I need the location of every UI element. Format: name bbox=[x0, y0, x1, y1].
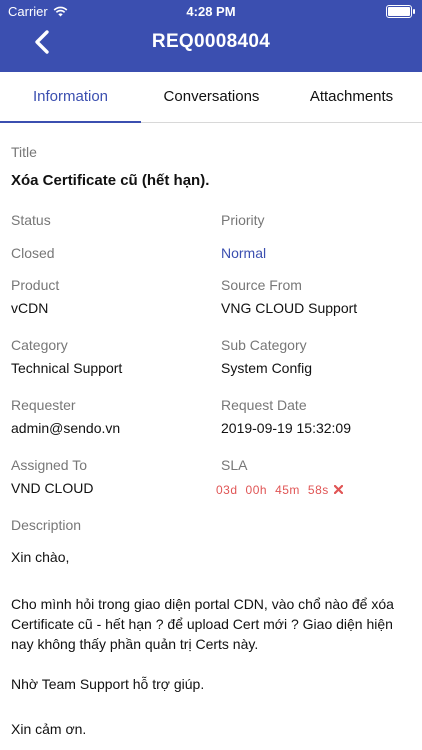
sla-countdown: 03d 00h 45m 58s bbox=[216, 483, 343, 497]
description-line-3: Nhờ Team Support hỗ trợ giúp. bbox=[11, 676, 205, 692]
assigned-label: Assigned To bbox=[11, 457, 88, 473]
request-date-label: Request Date bbox=[221, 397, 307, 413]
description-line-1: Xin chào, bbox=[11, 549, 70, 565]
status-bar: Carrier 4:28 PM bbox=[0, 0, 422, 22]
clock: 4:28 PM bbox=[186, 4, 236, 19]
page-title: REQ0008404 bbox=[151, 31, 271, 52]
category-label: Category bbox=[11, 337, 68, 353]
description-line-4: Xin cảm ơn. bbox=[11, 721, 87, 737]
tab-information[interactable]: Information bbox=[0, 72, 141, 123]
tab-attachments[interactable]: Attachments bbox=[281, 72, 422, 122]
category-value: Technical Support bbox=[11, 360, 123, 376]
sla-minutes: 45m bbox=[275, 483, 300, 497]
source-label: Source From bbox=[221, 277, 302, 293]
description-line-2: Cho mình hỏi trong giao diện portal CDN,… bbox=[11, 596, 394, 652]
title-value: Xóa Certificate cũ (hết hạn). bbox=[11, 172, 210, 189]
status-label: Status bbox=[11, 212, 51, 228]
requester-value: admin@sendo.vn bbox=[11, 420, 121, 436]
subcategory-label: Sub Category bbox=[221, 337, 307, 353]
sla-seconds: 58s bbox=[307, 483, 329, 497]
requester-label: Requester bbox=[11, 397, 76, 413]
sla-hours: 00h bbox=[245, 483, 268, 497]
sla-breached-x-icon bbox=[333, 484, 343, 495]
request-date-value: 2019-09-19 15:32:09 bbox=[221, 420, 351, 436]
tab-bar: Information Conversations Attachments bbox=[0, 72, 422, 123]
assigned-value: VND CLOUD bbox=[11, 480, 94, 496]
product-label: Product bbox=[11, 277, 60, 293]
app-header: Carrier 4:28 PM REQ0008404 bbox=[0, 0, 422, 72]
battery-icon bbox=[386, 5, 415, 18]
description-label: Description bbox=[11, 517, 82, 533]
sla-label: SLA bbox=[221, 457, 248, 473]
source-value: VNG CLOUD Support bbox=[221, 300, 358, 316]
tab-conversations[interactable]: Conversations bbox=[141, 72, 282, 122]
priority-label: Priority bbox=[221, 212, 265, 228]
subcategory-value: System Config bbox=[221, 360, 313, 376]
title-label: Title bbox=[11, 144, 37, 160]
priority-value: Normal bbox=[221, 245, 267, 261]
product-value: vCDN bbox=[11, 300, 49, 316]
status-value: Closed bbox=[11, 245, 55, 261]
sla-days: 03d bbox=[216, 483, 238, 497]
